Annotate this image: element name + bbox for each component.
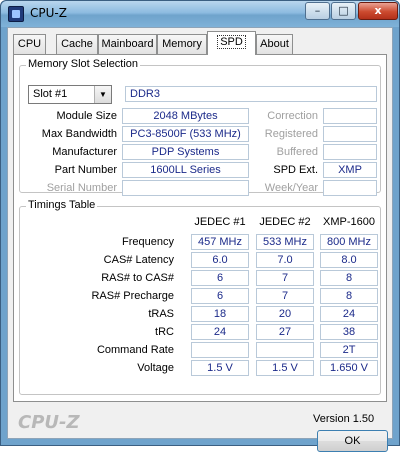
timing-value-field: 6: [191, 288, 249, 304]
memory-slot-group-title: Memory Slot Selection: [26, 58, 141, 70]
close-button[interactable]: x: [358, 2, 398, 20]
spd-ext-label: SPD Ext.: [273, 164, 318, 176]
timings-group: Timings Table JEDEC #1 JEDEC #2 XMP-1600…: [19, 199, 381, 395]
tab-cache[interactable]: Cache: [56, 34, 98, 54]
window-title: CPU-Z: [30, 6, 67, 20]
slot-select-value: Slot #1: [33, 88, 68, 100]
timings-col-header: JEDEC #1: [194, 216, 246, 228]
timing-value-field: 8: [320, 270, 378, 286]
registered-field: [323, 126, 377, 142]
part-number-label: Part Number: [54, 164, 117, 176]
timing-value-field: 7.0: [256, 252, 314, 268]
timing-row-label: RAS# to CAS#: [101, 272, 174, 284]
timing-value-field: 20: [256, 306, 314, 322]
timing-row-label: CAS# Latency: [103, 254, 174, 266]
timing-value-field: 38: [320, 324, 378, 340]
buffered-field: [323, 144, 377, 160]
timing-row-label: tRC: [155, 326, 174, 338]
timing-value-field: 6: [191, 270, 249, 286]
timing-value-field: 8: [320, 288, 378, 304]
timings-col-header: JEDEC #2: [259, 216, 311, 228]
manufacturer-label: Manufacturer: [52, 146, 117, 158]
tab-cpu[interactable]: CPU: [13, 34, 46, 54]
timing-value-field: 6.0: [191, 252, 249, 268]
minimize-button[interactable]: –: [305, 2, 330, 20]
timing-row-label: Command Rate: [96, 344, 174, 356]
max-bandwidth-label: Max Bandwidth: [41, 128, 117, 140]
maximize-button[interactable]: □: [331, 2, 356, 20]
tab-about[interactable]: About: [256, 34, 293, 54]
serial-number-field: [122, 180, 249, 196]
max-bandwidth-field: PC3-8500F (533 MHz): [122, 126, 249, 142]
timing-value-field: 533 MHz: [256, 234, 314, 250]
week-year-label: Week/Year: [264, 182, 318, 194]
timings-col-header: XMP-1600: [323, 216, 375, 228]
timing-row-label: Frequency: [122, 236, 174, 248]
timing-value-field: 2T: [320, 342, 378, 358]
chevron-down-icon[interactable]: ▼: [94, 86, 111, 103]
week-year-field: [323, 180, 377, 196]
serial-number-label: Serial Number: [46, 182, 117, 194]
timing-value-field: 24: [191, 324, 249, 340]
correction-field: [323, 108, 377, 124]
timing-value-field: 24: [320, 306, 378, 322]
timing-value-field: 1.650 V: [320, 360, 378, 376]
timing-value-field: 1.5 V: [256, 360, 314, 376]
timing-value-field: 800 MHz: [320, 234, 378, 250]
ok-button[interactable]: OK: [317, 430, 388, 452]
timings-group-title: Timings Table: [26, 199, 98, 211]
timing-value-field: 27: [256, 324, 314, 340]
buffered-label: Buffered: [276, 146, 318, 158]
cpuz-app-icon[interactable]: [8, 6, 24, 22]
timing-row-label: tRAS: [148, 308, 174, 320]
timing-value-field: 7: [256, 288, 314, 304]
spd-tab-panel: Memory Slot Selection Slot #1 ▼ DDR3 Mod…: [13, 54, 387, 402]
spd-ext-field: XMP: [323, 162, 377, 178]
slot-select[interactable]: Slot #1 ▼: [28, 85, 112, 104]
timing-value-field: 18: [191, 306, 249, 322]
timing-value-field: [191, 342, 249, 358]
correction-label: Correction: [267, 110, 318, 122]
tab-memory[interactable]: Memory: [157, 34, 207, 54]
cpuz-brand-logo: CPU-Z: [18, 412, 80, 433]
timing-row-label: RAS# Precharge: [91, 290, 174, 302]
tab-mainboard[interactable]: Mainboard: [98, 34, 157, 54]
cpuz-window: CPU-Z – □ x CPU Cache Mainboard Memory S…: [0, 0, 400, 452]
timing-value-field: 8.0: [320, 252, 378, 268]
manufacturer-field: PDP Systems: [122, 144, 249, 160]
timing-value-field: 457 MHz: [191, 234, 249, 250]
part-number-field: 1600LL Series: [122, 162, 249, 178]
module-size-field: 2048 MBytes: [122, 108, 249, 124]
module-size-label: Module Size: [56, 110, 117, 122]
memory-slot-group: Memory Slot Selection Slot #1 ▼ DDR3 Mod…: [19, 58, 381, 196]
tab-spd[interactable]: SPD: [207, 31, 256, 55]
timing-value-field: [256, 342, 314, 358]
timing-row-label: Voltage: [137, 362, 174, 374]
tab-spd-label: SPD: [217, 35, 246, 49]
title-bar[interactable]: CPU-Z – □ x: [1, 1, 399, 27]
registered-label: Registered: [264, 128, 318, 140]
timing-value-field: 1.5 V: [191, 360, 249, 376]
version-text: Version 1.50: [313, 413, 375, 425]
client-area: CPU Cache Mainboard Memory SPD About Mem…: [7, 27, 393, 452]
timing-value-field: 7: [256, 270, 314, 286]
memory-type-field: DDR3: [125, 86, 377, 102]
